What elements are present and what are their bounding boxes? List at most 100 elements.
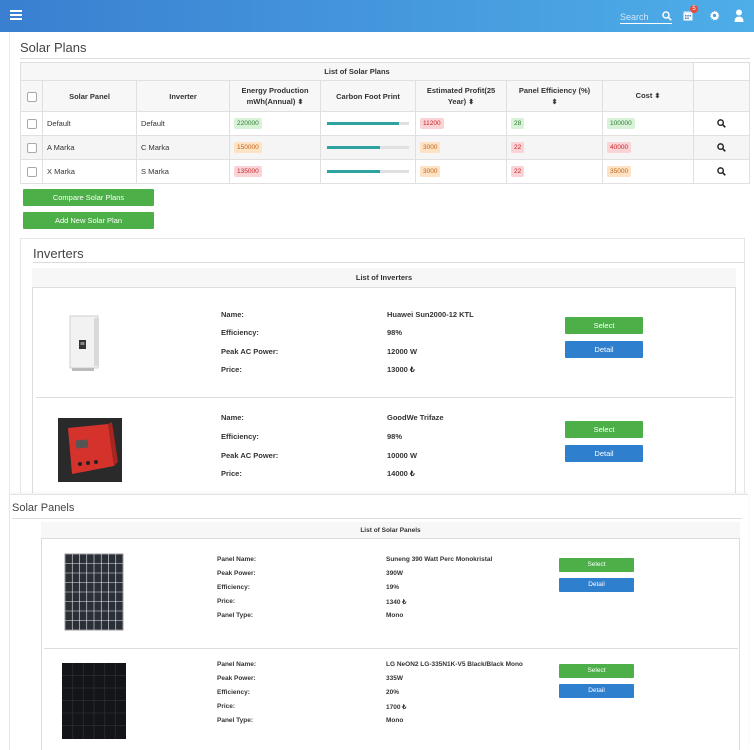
select-all-header[interactable] <box>20 80 43 112</box>
inverter-efficiency-label: Efficiency: <box>221 432 259 441</box>
table-row: Default Default 220000 11200 28 100000 <box>20 111 750 136</box>
panel-cell: Default <box>42 111 137 136</box>
inverter-cell: S Marka <box>136 159 230 184</box>
panel-price-label: Price: <box>217 598 236 605</box>
row-checkbox[interactable] <box>26 166 37 177</box>
search-icon[interactable] <box>717 143 726 152</box>
menu-icon[interactable] <box>10 10 22 20</box>
column-header: Solar Panel <box>42 80 137 112</box>
carbon-bar-fill <box>327 122 400 125</box>
inverter-price: 14000 ₺ <box>387 469 415 478</box>
table-row: X Marka S Marka 135000 3000 22 35000 <box>20 159 750 184</box>
inverter-name: Huawei Sun2000-12 KTL <box>387 310 474 319</box>
panel-power-label: Peak Power: <box>217 570 256 577</box>
select-button[interactable]: Select <box>565 317 643 334</box>
panel-price: 1700 ₺ <box>386 704 407 711</box>
compare-plans-button[interactable]: Compare Solar Plans <box>23 189 154 206</box>
carbon-bar <box>327 170 409 173</box>
panel-efficiency-label: Efficiency: <box>217 584 250 591</box>
inverter-price-label: Price: <box>221 365 242 374</box>
list-caption: List of Solar Panels <box>41 522 740 539</box>
panel-name-label: Panel Name: <box>217 661 257 668</box>
column-header-sortable[interactable]: Cost ⬍ <box>602 80 694 112</box>
inverter-price-label: Price: <box>221 469 242 478</box>
panel-power: 335W <box>386 675 403 682</box>
gear-icon[interactable] <box>709 10 720 21</box>
inverter-efficiency: 98% <box>387 328 403 337</box>
column-header: Inverter <box>136 80 230 112</box>
inverter-peak-label: Peak AC Power: <box>221 451 279 460</box>
efficiency-badge: 28 <box>511 118 525 129</box>
row-checkbox[interactable] <box>26 142 37 153</box>
energy-badge: 150000 <box>234 142 262 153</box>
cost-badge: 40000 <box>607 142 632 153</box>
carbon-bar <box>327 146 409 149</box>
list-caption: List of Inverters <box>32 268 736 288</box>
table-caption: List of Solar Plans <box>20 62 694 81</box>
table-row: A Marka C Marka 150000 3000 22 40000 <box>20 135 750 160</box>
inverter-name: GoodWe Trifaze <box>387 413 444 422</box>
sort-icon[interactable]: ⬍ <box>468 99 474 106</box>
select-button[interactable]: Select <box>565 421 643 438</box>
solar-panel-image <box>64 553 124 631</box>
inverter-peak: 10000 W <box>387 451 418 460</box>
select-all-checkbox[interactable] <box>26 91 37 102</box>
search-icon[interactable] <box>717 119 726 128</box>
row-checkbox[interactable] <box>26 118 37 129</box>
sort-icon[interactable]: ⬍ <box>654 93 660 100</box>
profit-badge: 3000 <box>420 166 441 177</box>
carbon-bar <box>327 122 409 125</box>
divider <box>12 518 742 519</box>
panel-cell: A Marka <box>42 135 137 160</box>
inverter-price: 13000 ₺ <box>387 365 415 374</box>
add-plan-button[interactable]: Add New Solar Plan <box>23 212 154 229</box>
panel-name-label: Panel Name: <box>217 556 257 563</box>
search-icon[interactable] <box>662 11 672 21</box>
inverter-image <box>58 418 122 482</box>
section-title: Inverters <box>33 246 84 261</box>
panel-type-label: Panel Type: <box>217 612 254 619</box>
select-button[interactable]: Select <box>559 664 634 678</box>
panel-price-label: Price: <box>217 703 236 710</box>
detail-button[interactable]: Detail <box>565 445 643 462</box>
inverter-name-label: Name: <box>221 310 244 319</box>
divider <box>44 648 738 649</box>
detail-button[interactable]: Detail <box>559 578 634 592</box>
panel-power-label: Peak Power: <box>217 675 256 682</box>
column-header-sortable[interactable]: Panel Efficiency (%) ⬍ <box>506 80 603 112</box>
detail-button[interactable]: Detail <box>565 341 643 358</box>
energy-badge: 135000 <box>234 166 262 177</box>
select-button[interactable]: Select <box>559 558 634 572</box>
sort-icon[interactable]: ⬍ <box>297 99 303 106</box>
search-icon[interactable] <box>717 167 726 176</box>
inverter-peak: 12000 W <box>387 347 418 356</box>
divider <box>20 58 750 59</box>
user-icon[interactable] <box>734 9 744 22</box>
panel-efficiency-label: Efficiency: <box>217 689 250 696</box>
top-navbar: Search 5 <box>0 0 754 32</box>
notification-badge: 5 <box>690 5 698 13</box>
panel-name: LG NeON2 LG-335N1K-V5 Black/Black Mono <box>386 661 523 668</box>
cost-badge: 100000 <box>607 118 635 129</box>
sort-icon[interactable]: ⬍ <box>552 99 558 106</box>
panel-type-label: Panel Type: <box>217 717 254 724</box>
panel-name: Suneng 390 Watt Perc Monokristal <box>386 556 493 563</box>
panel-cell: X Marka <box>42 159 137 184</box>
sidebar-strip <box>0 32 10 750</box>
panel-power: 390W <box>386 570 403 577</box>
efficiency-badge: 22 <box>511 142 525 153</box>
inverter-efficiency: 98% <box>387 432 403 441</box>
divider <box>36 397 734 398</box>
profit-badge: 3000 <box>420 142 441 153</box>
column-header-sortable[interactable]: Estimated Profit(25 Year) ⬍ <box>415 80 507 112</box>
panel-type: Mono <box>386 612 404 619</box>
inverter-cell: C Marka <box>136 135 230 160</box>
section-title: Solar Panels <box>12 502 75 514</box>
divider <box>33 262 744 263</box>
actions-header <box>693 80 750 112</box>
column-header-sortable[interactable]: Energy Production mWh(Annual) ⬍ <box>229 80 321 112</box>
energy-badge: 220000 <box>234 118 262 129</box>
detail-button[interactable]: Detail <box>559 684 634 698</box>
inverter-image <box>69 315 99 371</box>
column-header: Carbon Foot Print <box>320 80 416 112</box>
